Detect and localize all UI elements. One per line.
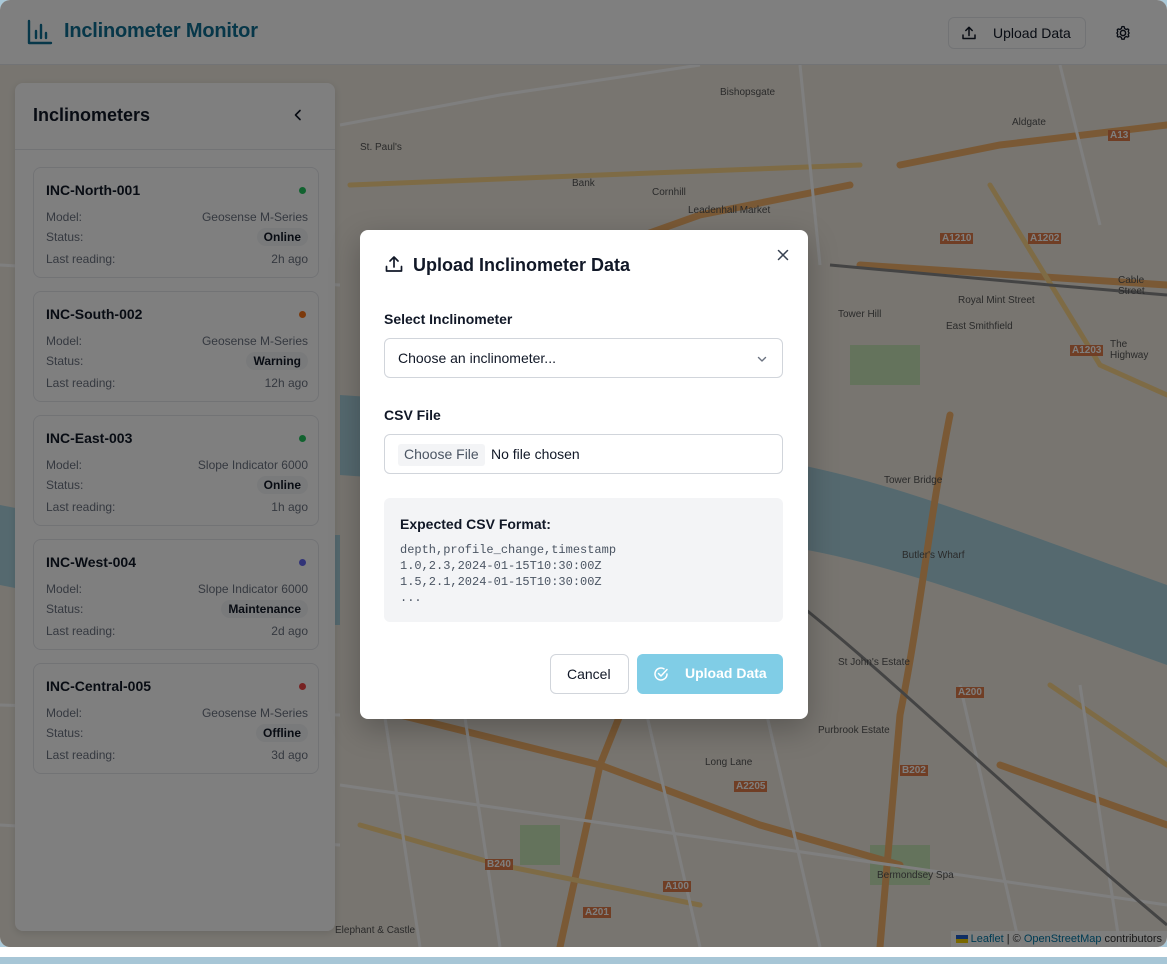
choose-file-button[interactable]: Choose File xyxy=(398,444,485,466)
window-bottom-strip xyxy=(0,947,1167,964)
format-line: ... xyxy=(400,591,422,605)
window-bottom-bar xyxy=(0,957,1167,964)
csv-file-input[interactable]: Choose File No file chosen xyxy=(384,434,783,474)
csv-file-label: CSV File xyxy=(384,407,441,423)
upload-data-button[interactable]: Upload Data xyxy=(637,654,783,694)
format-heading: Expected CSV Format: xyxy=(400,516,551,532)
close-icon[interactable] xyxy=(775,247,791,263)
app-window: Bishopsgate St. Paul's Aldgate Bank Corn… xyxy=(0,0,1167,947)
format-line: depth,profile_change,timestamp xyxy=(400,543,617,557)
dialog-title: Upload Inclinometer Data xyxy=(413,255,631,275)
upload-dialog: Upload Inclinometer Data Select Inclinom… xyxy=(360,230,808,719)
cancel-label: Cancel xyxy=(567,666,611,682)
format-line: 1.5,2.1,2024-01-15T10:30:00Z xyxy=(400,575,602,589)
cancel-button[interactable]: Cancel xyxy=(550,654,629,694)
format-example: depth,profile_change,timestamp 1.0,2.3,2… xyxy=(400,542,616,606)
inclinometer-select[interactable]: Choose an inclinometer... xyxy=(384,338,783,378)
file-status: No file chosen xyxy=(491,446,580,462)
upload-icon xyxy=(385,256,403,272)
select-placeholder: Choose an inclinometer... xyxy=(398,350,556,366)
format-line: 1.0,2.3,2024-01-15T10:30:00Z xyxy=(400,559,602,573)
select-inclinometer-label: Select Inclinometer xyxy=(384,311,513,327)
chevron-down-icon xyxy=(757,356,767,362)
upload-data-label: Upload Data xyxy=(685,665,767,681)
csv-format-hint: Expected CSV Format: depth,profile_chang… xyxy=(384,498,783,622)
check-circle-icon xyxy=(654,667,668,681)
